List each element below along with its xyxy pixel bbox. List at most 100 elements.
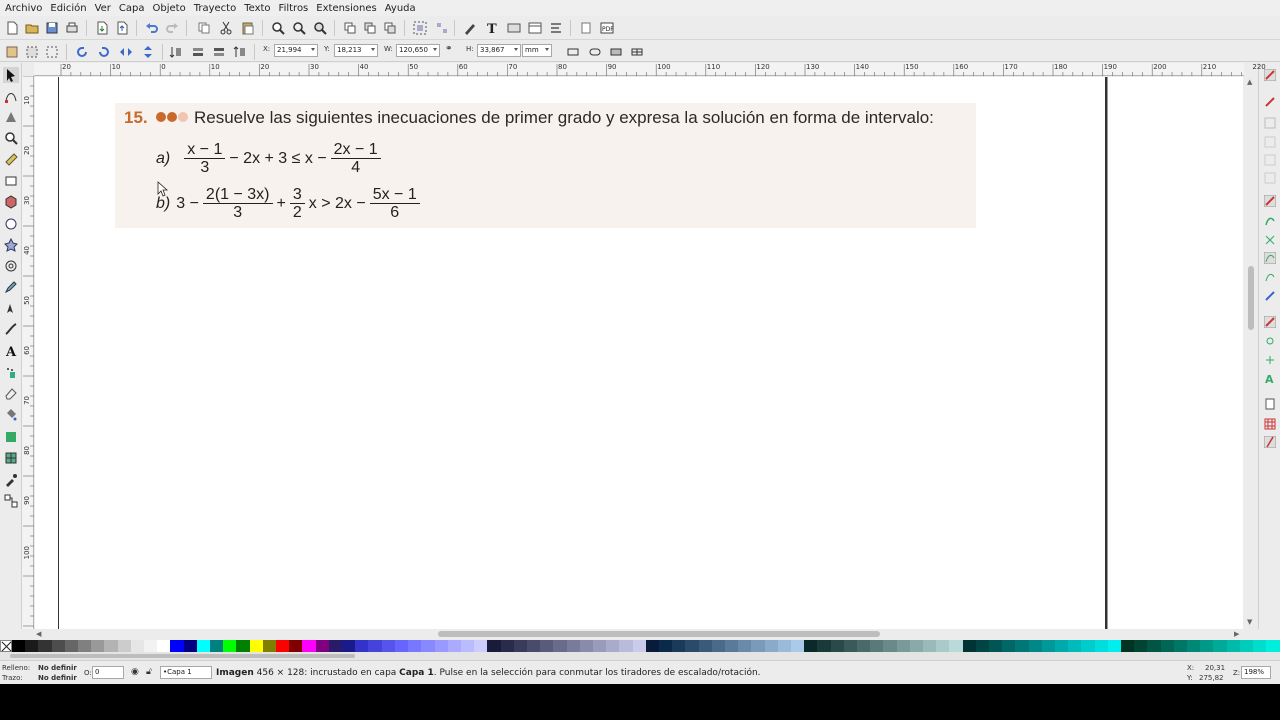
color-swatch[interactable] (632, 640, 646, 652)
color-swatch[interactable] (25, 640, 39, 652)
snap-midpoint-icon[interactable] (1263, 153, 1277, 167)
color-swatch[interactable] (896, 640, 910, 652)
y-field[interactable]: 18,213 (334, 44, 378, 57)
snap-bbox-icon[interactable] (1263, 95, 1277, 109)
color-swatch[interactable] (157, 640, 171, 652)
zoom-field[interactable]: 198% (1241, 666, 1271, 679)
align-distribute-icon[interactable] (527, 20, 543, 36)
color-swatch[interactable] (394, 640, 409, 652)
scroll-up-icon[interactable]: ▲ (1247, 78, 1252, 86)
snap-bbox-edge-icon[interactable] (1263, 116, 1277, 130)
spiral-tool-icon[interactable] (3, 258, 19, 274)
color-swatch[interactable] (1187, 640, 1201, 652)
color-swatch[interactable] (1253, 640, 1267, 652)
layer-select[interactable]: •Capa 1 (160, 666, 212, 679)
color-swatch[interactable] (117, 640, 131, 652)
gradient-tool-icon[interactable] (3, 429, 19, 445)
zoom-page-icon[interactable] (312, 20, 328, 36)
color-swatch[interactable] (342, 640, 356, 652)
duplicate-icon[interactable] (342, 20, 358, 36)
pencil-tool-icon[interactable] (3, 279, 19, 295)
color-swatch[interactable] (381, 640, 395, 652)
color-swatch[interactable] (500, 640, 514, 652)
color-swatch[interactable] (104, 640, 118, 652)
print-icon[interactable] (64, 20, 80, 36)
color-swatch[interactable] (1213, 640, 1227, 652)
text-tool-icon[interactable]: A (3, 343, 19, 359)
color-swatch[interactable] (236, 640, 250, 652)
color-swatch[interactable] (78, 640, 92, 652)
scroll-right-icon[interactable]: ▶ (1234, 630, 1239, 638)
spray-tool-icon[interactable] (3, 364, 19, 380)
color-swatch[interactable] (1239, 640, 1254, 652)
clone-icon[interactable] (362, 20, 378, 36)
color-swatch[interactable] (830, 640, 844, 652)
vertical-scroll-thumb[interactable] (1248, 266, 1254, 330)
color-swatch[interactable] (289, 640, 303, 652)
color-swatch[interactable] (1055, 640, 1069, 652)
color-swatch[interactable] (223, 640, 237, 652)
text-font-icon[interactable]: T (484, 20, 500, 36)
color-swatch[interactable] (447, 640, 461, 652)
snap-path-icon[interactable] (1263, 214, 1277, 228)
color-swatch[interactable] (658, 640, 673, 652)
zoom-drawing-icon[interactable] (291, 20, 307, 36)
snap-text-baseline-icon[interactable] (1263, 334, 1277, 348)
color-swatch[interactable] (711, 640, 725, 652)
layer-visibility-icon[interactable]: ◉ (131, 667, 139, 677)
color-swatch[interactable] (1266, 640, 1280, 652)
color-swatch[interactable] (1160, 640, 1174, 652)
color-swatch[interactable] (619, 640, 633, 652)
color-swatch[interactable] (949, 640, 963, 652)
snap-midpoint-path-icon[interactable] (1263, 270, 1277, 284)
color-swatch[interactable] (328, 640, 343, 652)
color-swatch[interactable] (579, 640, 593, 652)
color-swatch[interactable] (1094, 640, 1108, 652)
color-swatch[interactable] (817, 640, 831, 652)
bitmap-icon[interactable]: PDF (599, 20, 615, 36)
color-swatch[interactable] (857, 640, 871, 652)
color-swatch[interactable] (1173, 640, 1188, 652)
menu-item[interactable]: Ver (95, 3, 111, 14)
new-document-icon[interactable] (4, 20, 20, 36)
no-paint-swatch[interactable] (0, 640, 12, 652)
color-swatch[interactable] (38, 640, 52, 652)
color-swatch[interactable] (421, 640, 435, 652)
color-swatch[interactable] (540, 640, 554, 652)
import-icon[interactable] (94, 20, 110, 36)
lock-ratio-icon[interactable]: ⚭ (445, 44, 453, 54)
xml-editor-icon[interactable] (506, 20, 522, 36)
color-swatch[interactable] (1226, 640, 1240, 652)
zoom-selection-icon[interactable] (270, 20, 286, 36)
snap-page-icon[interactable] (1263, 397, 1277, 411)
color-swatch[interactable] (883, 640, 897, 652)
open-icon[interactable] (24, 20, 40, 36)
move-patterns-icon[interactable] (629, 44, 645, 60)
snap-nodes-icon[interactable] (1263, 194, 1277, 208)
select-all-layers-icon[interactable] (24, 44, 40, 60)
color-swatch[interactable] (1041, 640, 1056, 652)
color-swatch[interactable] (355, 640, 369, 652)
flip-vertical-icon[interactable] (140, 44, 156, 60)
color-swatch[interactable] (1200, 640, 1214, 652)
color-swatch[interactable] (144, 640, 158, 652)
vertical-scrollbar[interactable]: ▲ ▼ (1244, 76, 1258, 629)
color-swatch[interactable] (592, 640, 607, 652)
color-swatch[interactable] (196, 640, 211, 652)
menu-item[interactable]: Edición (50, 3, 86, 14)
ellipse-tool-icon[interactable] (3, 216, 19, 232)
scale-stroke-icon[interactable] (565, 44, 581, 60)
snap-text-icon[interactable]: A (1263, 371, 1277, 385)
undo-icon[interactable] (144, 20, 160, 36)
color-swatch[interactable] (460, 640, 475, 652)
color-swatch[interactable] (777, 640, 791, 652)
color-swatch[interactable] (513, 640, 527, 652)
color-swatch[interactable] (170, 640, 184, 652)
color-swatch[interactable] (408, 640, 422, 652)
select-all-icon[interactable] (4, 44, 20, 60)
color-swatch[interactable] (1015, 640, 1029, 652)
color-swatch[interactable] (870, 640, 884, 652)
color-swatch[interactable] (183, 640, 197, 652)
export-icon[interactable] (114, 20, 130, 36)
color-swatch[interactable] (1068, 640, 1082, 652)
